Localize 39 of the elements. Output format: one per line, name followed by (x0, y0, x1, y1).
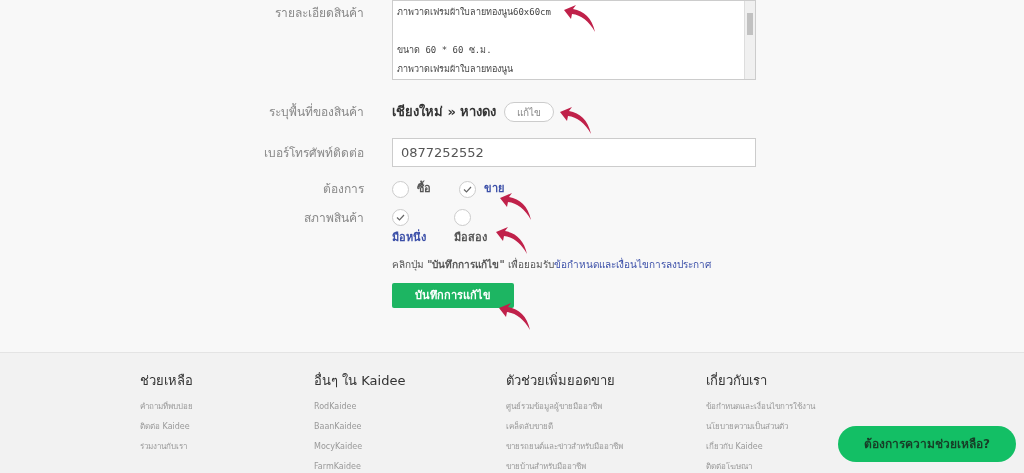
option-label: มือหนึ่ง (392, 230, 426, 246)
field-label: ต้องการ (322, 181, 365, 198)
footer-heading: อื่นๆ ใน Kaidee (314, 371, 406, 390)
edit-button[interactable]: แก้ไข (504, 102, 555, 122)
footer-link[interactable]: คำถามที่พบบ่อย (140, 396, 193, 417)
footer-link[interactable]: RodKaidee (314, 396, 357, 417)
field-label: สภาพสินค้า (303, 210, 365, 227)
option-label: มือสอง (454, 230, 487, 246)
footer-link[interactable]: เคล็ดลับขายดี (506, 416, 553, 437)
save-button[interactable]: บันทึกการแก้ไข (392, 283, 514, 309)
field-label: รายละเอียดสินค้า (274, 5, 365, 22)
text-line: ภาพวาดเฟรมผ้าใบลายทองนูน (397, 63, 513, 77)
footer-link[interactable]: นโยบายความเป็นส่วนตัว (706, 416, 788, 437)
description-textarea[interactable]: ภาพวาดเฟรมผ้าใบลายทองนูน60x60cm ขนาด 60 * 60 ซ.ม. ภาพวาดเฟรมผ้าใบลายทองนูน (392, 0, 756, 80)
option-label: ซื้อ (417, 180, 431, 197)
footer-link[interactable]: ติดต่อ Kaidee (140, 416, 190, 437)
location-text: เชียงใหม่ » หางดง (392, 102, 497, 122)
field-label: เบอร์โทรศัพท์ติดต่อ (263, 144, 365, 162)
text-line: ขนาด 60 * 60 ซ.ม. (397, 44, 492, 57)
help-button[interactable]: ต้องการความช่วยเหลือ? (838, 426, 1016, 462)
footer-link[interactable]: ขายรถยนต์และข่าวสำหรับมืออาชีพ (506, 436, 623, 457)
phone-field[interactable]: 0877252552 (392, 138, 756, 167)
terms-text: คลิกปุ่ม "บันทึกการแก้ไข" เพื่อยอมรับ (392, 256, 554, 272)
footer-heading: เกี่ยวกับเรา (706, 371, 767, 390)
option-label: ขาย (484, 180, 504, 197)
footer-heading: ตัวช่วยเพิ่มยอดขาย (506, 371, 615, 390)
footer-link[interactable]: BaanKaidee (314, 416, 362, 437)
field-label: ระบุพื้นที่ของสินค้า (268, 103, 365, 121)
terms-link[interactable]: ข้อกำหนดและเงื่อนไขการลงประกาศ (553, 256, 711, 272)
footer-link[interactable]: ศูนย์รวมข้อมูลผู้ขายมืออาชีพ (506, 396, 602, 417)
footer-link[interactable]: ร่วมงานกับเรา (140, 436, 187, 457)
footer-link[interactable]: FarmKaidee (314, 456, 361, 473)
footer-link[interactable]: MocyKaidee (314, 436, 363, 457)
footer-heading: ช่วยเหลือ (140, 372, 193, 390)
footer-link[interactable]: เกี่ยวกับ Kaidee (706, 436, 763, 457)
footer-link[interactable]: ข้อกำหนดและเงื่อนไขการใช้งาน (706, 396, 815, 417)
text-line: ภาพวาดเฟรมผ้าใบลายทองนูน60x60cm (397, 6, 551, 20)
footer-link[interactable]: ติดต่อโฆษณา (706, 456, 752, 473)
footer-link[interactable]: ขายบ้านสำหรับมืออาชีพ (506, 456, 586, 473)
